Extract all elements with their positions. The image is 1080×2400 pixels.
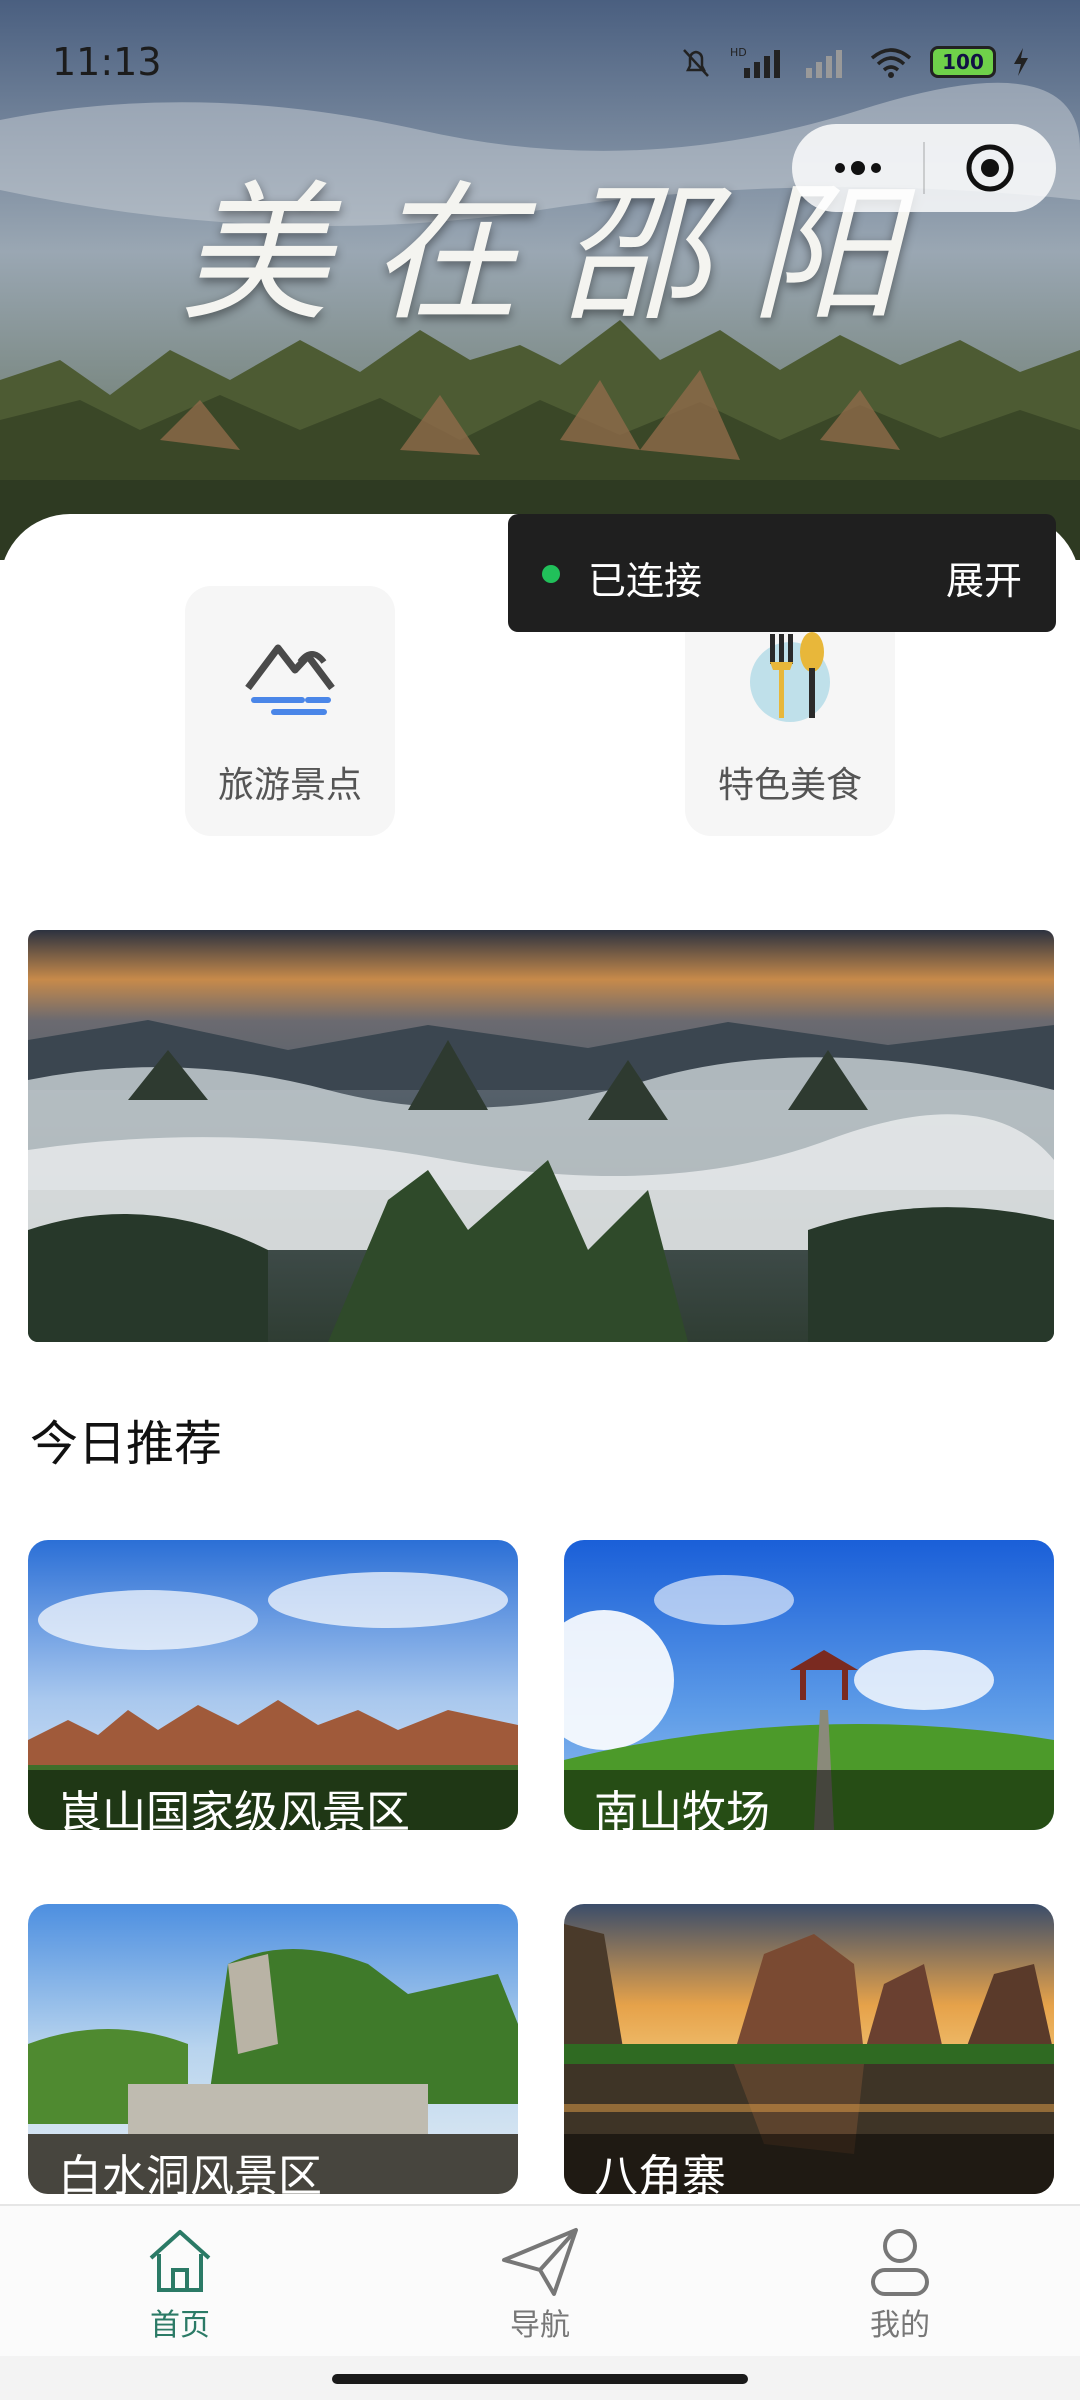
- mute-bell-icon: [683, 49, 709, 77]
- network-label: HD: [730, 46, 747, 59]
- recommend-card[interactable]: 南山牧场: [564, 1540, 1054, 1830]
- home-indicator[interactable]: [332, 2374, 748, 2384]
- bottom-tab-bar: 首页 导航 我的: [0, 2204, 1080, 2356]
- connection-toast: 已连接 展开: [508, 514, 1056, 632]
- toast-message: 已连接: [588, 559, 703, 603]
- card-title: 南山牧场: [594, 1787, 770, 1830]
- category-label: 特色美食: [717, 765, 862, 806]
- category-label: 旅游景点: [217, 765, 362, 806]
- status-icons: HD 100: [678, 42, 1030, 82]
- miniprogram-capsule: [792, 124, 1056, 212]
- tab-label: 导航: [510, 2308, 570, 2343]
- signal-hd-icon: HD: [730, 46, 780, 78]
- tab-label: 我的: [870, 2308, 930, 2343]
- more-dots-icon: [834, 161, 881, 175]
- recommend-card[interactable]: 崀山国家级风景区: [28, 1540, 518, 1830]
- battery-icon: 100: [930, 46, 996, 78]
- card-caption: 八角寨: [564, 2134, 1054, 2194]
- paper-plane-icon: [502, 2228, 578, 2296]
- status-time: 11:13: [52, 40, 162, 84]
- recommend-card[interactable]: 八角寨: [564, 1904, 1054, 2194]
- mountain-cloud-sea-image: [28, 930, 1054, 1342]
- signal-weak-icon: [806, 50, 842, 78]
- toast-expand-button[interactable]: 展开: [946, 550, 1022, 605]
- recommend-card[interactable]: 白水洞风景区: [28, 1904, 518, 2194]
- card-caption: 崀山国家级风景区: [28, 1770, 518, 1830]
- featured-banner-image[interactable]: [28, 930, 1054, 1342]
- target-close-icon: [966, 144, 1014, 192]
- more-button[interactable]: [792, 124, 923, 212]
- tab-navigation[interactable]: 导航: [440, 2220, 640, 2350]
- category-tourist-spots[interactable]: 旅游景点: [185, 586, 395, 836]
- tab-profile[interactable]: 我的: [800, 2220, 1000, 2350]
- card-caption: 白水洞风景区: [28, 2134, 518, 2194]
- tab-label: 首页: [150, 2308, 210, 2343]
- card-title: 白水洞风景区: [58, 2151, 322, 2194]
- home-icon: [149, 2230, 211, 2292]
- tab-home[interactable]: 首页: [80, 2220, 280, 2350]
- status-bar: 11:13 HD 100: [0, 0, 1080, 120]
- charging-icon: [1014, 48, 1028, 76]
- section-title-today: 今日推荐: [30, 1416, 223, 1472]
- connected-status-dot: [542, 565, 560, 583]
- card-title: 八角寨: [594, 2151, 726, 2194]
- card-caption: 南山牧场: [564, 1770, 1054, 1830]
- fork-spoon-icon: [750, 632, 830, 722]
- mountain-icon: [245, 644, 335, 715]
- wifi-icon: [870, 48, 912, 78]
- user-icon: [871, 2229, 929, 2296]
- card-title: 崀山国家级风景区: [58, 1787, 410, 1830]
- close-button[interactable]: [925, 124, 1056, 212]
